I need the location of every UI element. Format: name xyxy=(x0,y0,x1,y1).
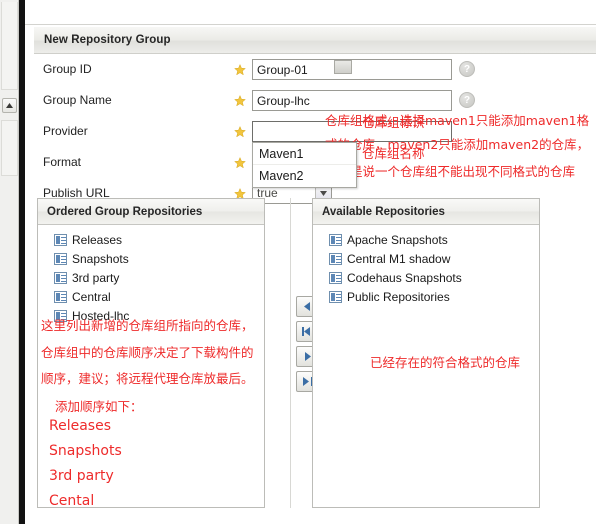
star-icon xyxy=(234,64,246,76)
list-item-label: Codehaus Snapshots xyxy=(347,270,462,285)
annotation-left-line1: 这里列出新增的仓库组所指向的仓库， xyxy=(41,318,254,333)
annotation-provider-line2: 式的仓库，maven2只能添加maven2的仓库， xyxy=(325,137,590,152)
star-icon xyxy=(234,126,246,138)
list-item-label: Snapshots xyxy=(72,251,129,266)
left-frame-pane xyxy=(0,0,19,524)
star-icon xyxy=(234,95,246,107)
scroll-up-button[interactable] xyxy=(2,98,17,113)
annotation-left-line4: 添加顺序如下： xyxy=(55,399,143,414)
annotation-order-item-2: Snapshots xyxy=(49,443,122,459)
list-item[interactable]: Central xyxy=(38,287,264,306)
screen-root: New Repository Group Group ID ? 仓库组标识 Gr… xyxy=(0,0,596,524)
annotation-order-item-1: Releases xyxy=(49,418,111,434)
combo-scroll-thumb[interactable] xyxy=(334,60,352,74)
repository-icon xyxy=(54,233,67,246)
dropdown-option-maven2[interactable]: Maven2 xyxy=(253,165,356,187)
list-item-label: Public Repositories xyxy=(347,289,450,304)
list-item-label: Central M1 shadow xyxy=(347,251,451,266)
list-item-label: Releases xyxy=(72,232,123,247)
available-title: Available Repositories xyxy=(322,205,445,218)
repository-icon xyxy=(54,271,67,284)
repository-icon xyxy=(54,252,67,265)
list-item-label: 3rd party xyxy=(72,270,120,285)
label-format: Format xyxy=(43,155,82,169)
provider-dropdown-list[interactable]: Maven1 Maven2 xyxy=(252,142,357,188)
label-group-name: Group Name xyxy=(43,93,112,107)
left-frame-box-bottom xyxy=(1,120,18,176)
list-item[interactable]: Codehaus Snapshots xyxy=(313,268,539,287)
available-header: Available Repositories xyxy=(313,199,539,225)
repository-icon xyxy=(329,271,342,284)
list-item[interactable]: Apache Snapshots xyxy=(313,230,539,249)
repository-icon xyxy=(329,290,342,303)
label-provider: Provider xyxy=(43,124,88,138)
annotation-left-line3: 顺序，建议；将远程代理仓库放最后。 xyxy=(41,371,254,386)
list-item[interactable]: 3rd party xyxy=(38,268,264,287)
list-item[interactable]: Central M1 shadow xyxy=(313,249,539,268)
list-item[interactable]: Snapshots xyxy=(38,249,264,268)
page-title: New Repository Group xyxy=(44,34,171,46)
caret-up-icon xyxy=(6,103,13,108)
star-icon xyxy=(234,157,246,169)
list-item-label: Apache Snapshots xyxy=(347,232,448,247)
list-item-label: Central xyxy=(72,289,111,304)
page-top-strip xyxy=(25,0,596,25)
ordered-group-list[interactable]: Releases Snapshots 3rd party Central Hos… xyxy=(38,225,264,507)
repository-icon xyxy=(54,290,67,303)
ordered-group-title: Ordered Group Repositories xyxy=(47,205,203,218)
repository-icon xyxy=(329,252,342,265)
left-frame-box-top xyxy=(1,2,18,90)
list-item[interactable]: Public Repositories xyxy=(313,287,539,306)
label-group-id: Group ID xyxy=(43,62,92,76)
group-id-input[interactable] xyxy=(252,59,452,80)
group-name-input[interactable] xyxy=(252,90,452,111)
panel-title-bar: New Repository Group xyxy=(34,26,596,54)
arrow-left-icon xyxy=(303,302,310,311)
panel-divider xyxy=(290,198,291,508)
annotation-order-item-3: 3rd party xyxy=(49,468,114,484)
form-row-group-id: Group ID ? xyxy=(34,58,596,85)
ordered-group-header: Ordered Group Repositories xyxy=(38,199,264,225)
annotation-right-note: 已经存在的符合格式的仓库 xyxy=(370,355,521,370)
page-content: New Repository Group Group ID ? 仓库组标识 Gr… xyxy=(25,0,596,524)
annotation-left-line2: 仓库组中的仓库顺序决定了下载构件的 xyxy=(41,345,254,360)
annotation-provider-line1: 仓库组格式，选择maven1只能添加maven1格 xyxy=(325,113,590,128)
dropdown-option-maven1[interactable]: Maven1 xyxy=(253,143,356,165)
annotation-order-item-4: Cental xyxy=(49,493,95,509)
arrow-right-icon xyxy=(304,352,311,361)
list-item[interactable]: Releases xyxy=(38,230,264,249)
help-icon-group-name[interactable]: ? xyxy=(459,92,475,108)
help-icon-group-id[interactable]: ? xyxy=(459,61,475,77)
annotation-provider-line3: 也就是说一个仓库组不能出现不同格式的仓库 xyxy=(325,164,576,179)
repository-icon xyxy=(329,233,342,246)
